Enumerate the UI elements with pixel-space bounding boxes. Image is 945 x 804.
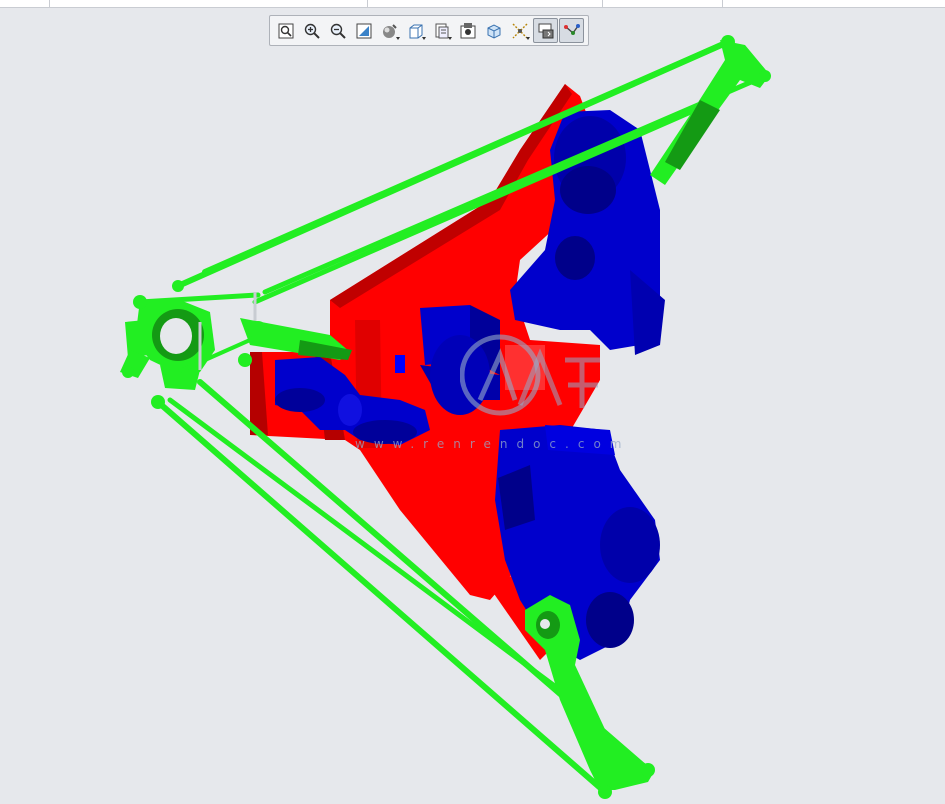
header-column — [603, 0, 723, 8]
upper-arm-link — [650, 35, 771, 185]
site-watermark: www.renrendoc.com — [355, 330, 621, 451]
watermark-logo-icon — [459, 334, 600, 416]
header-column — [0, 0, 50, 8]
watermark-site-text: www.renrendoc.com — [355, 437, 631, 451]
header-column — [50, 0, 368, 8]
header-strip — [0, 0, 945, 8]
header-column — [368, 0, 603, 8]
cad-window: www.renrendoc.com — [0, 0, 945, 804]
